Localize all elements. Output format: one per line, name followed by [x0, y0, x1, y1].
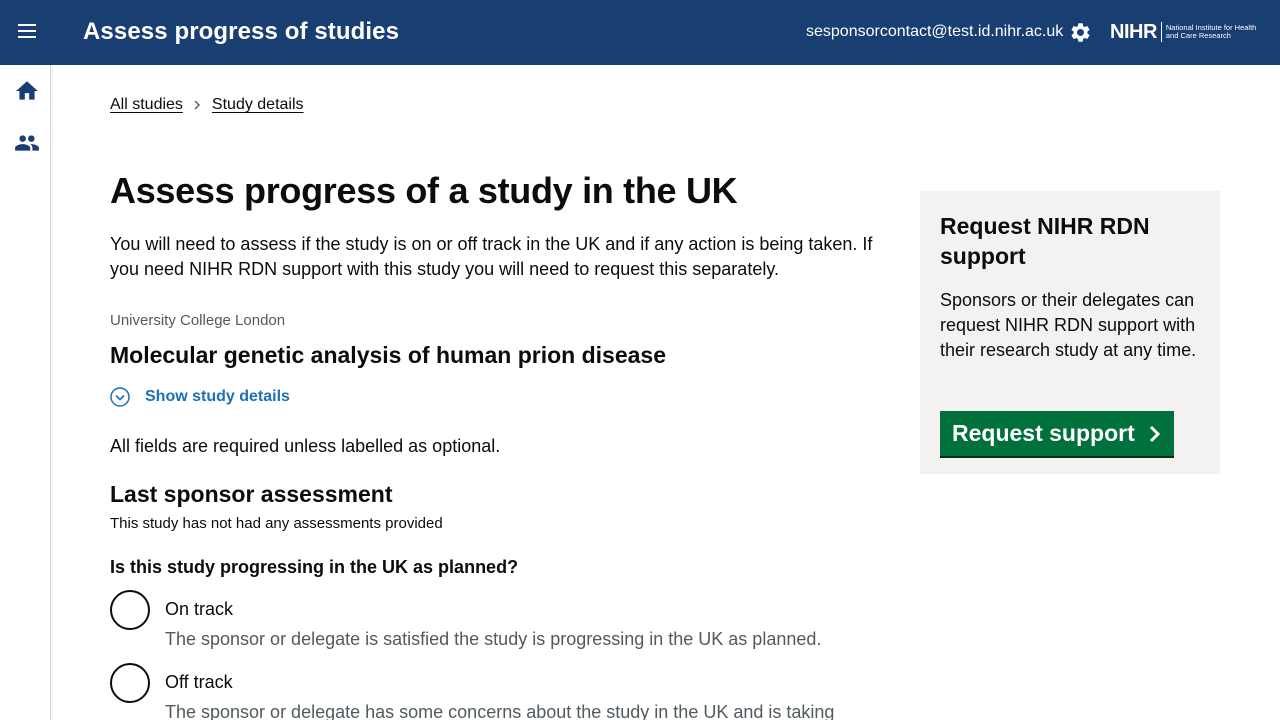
breadcrumb-all-studies[interactable]: All studies [110, 96, 183, 114]
chevron-right-icon [1149, 425, 1160, 442]
radio-off-track-label[interactable]: Off track [165, 672, 233, 693]
request-support-label: Request support [952, 420, 1135, 446]
radio-off-track[interactable] [110, 663, 150, 703]
radio-on-track-hint: The sponsor or delegate is satisfied the… [165, 629, 822, 649]
logo-divider [1160, 22, 1162, 42]
support-panel: Request NIHR RDN support Sponsors or the… [920, 191, 1220, 474]
show-study-details-toggle[interactable]: Show study details [110, 387, 290, 407]
side-navigation [0, 65, 51, 720]
show-details-label: Show study details [145, 388, 290, 405]
logo-text: National Institute for Health and Care R… [1165, 22, 1257, 40]
chevron-right-icon [194, 100, 200, 110]
support-panel-title: Request NIHR RDN support [940, 213, 1150, 269]
last-assessment-text: This study has not had any assessments p… [110, 515, 443, 532]
user-email: sesponsorcontact@test.id.nihr.ac.uk [806, 23, 1064, 40]
top-header: Assess progress of studies sesponsorcont… [0, 0, 1280, 65]
radio-on-track-label[interactable]: On track [165, 599, 233, 620]
study-title: Molecular genetic analysis of human prio… [110, 342, 666, 368]
logo-mark: NIHR [1110, 20, 1157, 43]
support-panel-text: Sponsors or their delegates can request … [940, 290, 1197, 360]
required-fields-note: All fields are required unless labelled … [110, 436, 501, 456]
last-assessment-heading: Last sponsor assessment [110, 481, 393, 507]
organisation-name: University College London [110, 312, 286, 329]
gear-icon[interactable] [1069, 21, 1092, 44]
progress-question: Is this study progressing in the UK as p… [110, 557, 519, 577]
intro-text: You will need to assess if the study is … [110, 234, 873, 279]
app-title: Assess progress of studies [83, 18, 400, 45]
radio-on-track[interactable] [110, 590, 150, 630]
home-icon[interactable] [14, 78, 40, 104]
hamburger-icon[interactable] [14, 20, 40, 46]
radio-off-track-hint: The sponsor or delegate has some concern… [165, 702, 835, 720]
people-icon[interactable] [14, 130, 40, 156]
page-title: Assess progress of a study in the UK [110, 170, 738, 211]
nihr-logo[interactable]: NIHR National Institute for Health and C… [1110, 18, 1266, 46]
breadcrumb-study-details[interactable]: Study details [212, 96, 304, 114]
chevron-down-icon [110, 387, 130, 407]
request-support-button[interactable]: Request support [940, 411, 1174, 456]
breadcrumb: All studies Study details [110, 96, 304, 114]
